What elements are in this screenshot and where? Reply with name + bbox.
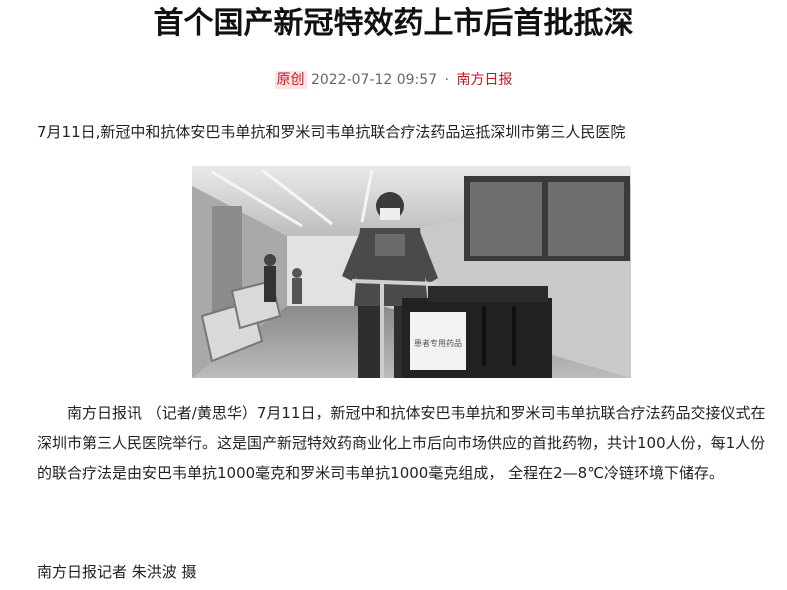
- article-meta: 原创 2022-07-12 09:57 · 南方日报: [0, 70, 787, 90]
- article-photo: 患者专用药品: [192, 166, 631, 378]
- publish-datetime: 2022-07-12 09:57: [310, 72, 438, 88]
- body-indent: [37, 404, 67, 422]
- original-tag: 原创: [274, 71, 307, 89]
- meta-separator: ·: [444, 72, 450, 88]
- source-link[interactable]: 南方日报: [456, 72, 512, 88]
- photo-credit: 南方日报记者 朱洪波 摄: [37, 563, 197, 581]
- photo-image-icon: 患者专用药品: [192, 166, 631, 378]
- article-body: 南方日报讯 （记者/黄思华）7月11日，新冠中和抗体安巴韦单抗和罗米司韦单抗联合…: [37, 398, 777, 488]
- photo-caption: 7月11日,新冠中和抗体安巴韦单抗和罗米司韦单抗联合疗法药品运抵深圳市第三人民医…: [37, 123, 626, 141]
- body-paragraph: 南方日报讯 （记者/黄思华）7月11日，新冠中和抗体安巴韦单抗和罗米司韦单抗联合…: [37, 404, 766, 482]
- article-title: 首个国产新冠特效药上市后首批抵深: [153, 6, 634, 41]
- box-label: 患者专用药品: [414, 338, 462, 348]
